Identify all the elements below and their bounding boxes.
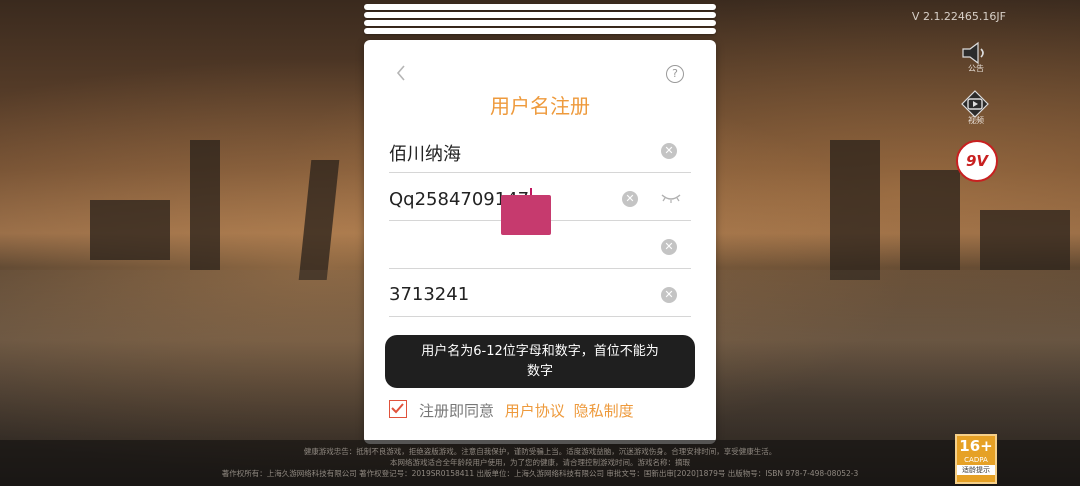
- age-rating-org: CADPA: [964, 456, 988, 464]
- video-label: 视频: [968, 116, 984, 125]
- agreement-checkbox[interactable]: [389, 400, 407, 418]
- dialog-title: 用户名注册: [490, 94, 590, 118]
- age-rating-badge: 16+ CADPA 适龄提示: [955, 434, 997, 484]
- validation-toast: 用户名为6-12位字母和数字，首位不能为 数字: [385, 335, 695, 388]
- toast-line-2: 数字: [526, 364, 553, 379]
- ruin-silhouette: [90, 200, 170, 260]
- back-chevron-icon[interactable]: [394, 62, 408, 84]
- age-rating-value: 16+: [959, 437, 993, 455]
- health-advisory-footer: 健康游戏忠告：抵制不良游戏，拒绝盗版游戏。注意自我保护，谨防受骗上当。适度游戏益…: [0, 440, 1080, 486]
- touch-indicator: [501, 195, 551, 235]
- ruin-silhouette: [830, 140, 880, 280]
- card-stack-layer: [364, 28, 716, 34]
- username-field[interactable]: 佰川纳海 ✕: [389, 128, 691, 173]
- age-rating-note: 适龄提示: [957, 465, 995, 475]
- card-stack-layer: [364, 12, 716, 18]
- footer-line-1: 健康游戏忠告：抵制不良游戏，拒绝盗版游戏。注意自我保护，谨防受骗上当。适度游戏益…: [303, 447, 777, 456]
- ruin-silhouette: [900, 170, 960, 270]
- hot-event-badge: 9V: [965, 152, 989, 170]
- clear-password-icon[interactable]: ✕: [622, 191, 638, 207]
- hot-event-button[interactable]: 9V: [956, 140, 998, 182]
- eye-closed-icon[interactable]: [660, 191, 682, 205]
- user-agreement-link[interactable]: 用户协议: [505, 402, 565, 420]
- clear-real-name-icon[interactable]: ✕: [661, 239, 677, 255]
- card-stack-layer: [364, 4, 716, 10]
- ruin-silhouette: [980, 210, 1070, 270]
- clear-id-card-icon[interactable]: ✕: [661, 287, 677, 303]
- footer-line-2: 本网络游戏适合全年龄段用户使用，为了您的健康，请合理控制游戏时间。游戏名称：摘瑕: [390, 458, 690, 467]
- id-card-input[interactable]: 3713241: [389, 284, 469, 305]
- checkmark-icon: [391, 403, 404, 414]
- privacy-policy-link[interactable]: 隐私制度: [574, 402, 634, 420]
- clear-username-icon[interactable]: ✕: [661, 143, 677, 159]
- footer-line-3: 著作权所有：上海久游网络科技有限公司 著作权登记号：2019SR0158411 …: [221, 469, 859, 478]
- username-input[interactable]: 佰川纳海: [389, 140, 461, 166]
- agreement-prefix: 注册即同意: [419, 402, 495, 420]
- announcement-label: 公告: [968, 64, 984, 73]
- id-card-field[interactable]: 3713241 ✕: [389, 272, 691, 317]
- help-icon[interactable]: ?: [666, 65, 684, 83]
- version-label: V 2.1.22465.16JF: [911, 10, 1006, 23]
- toast-line-1: 用户名为6-12位字母和数字，首位不能为: [421, 344, 659, 359]
- agreement-text: 注册即同意 用户协议 隐私制度: [419, 400, 634, 421]
- ruin-silhouette: [190, 140, 220, 270]
- card-stack-layer: [364, 20, 716, 26]
